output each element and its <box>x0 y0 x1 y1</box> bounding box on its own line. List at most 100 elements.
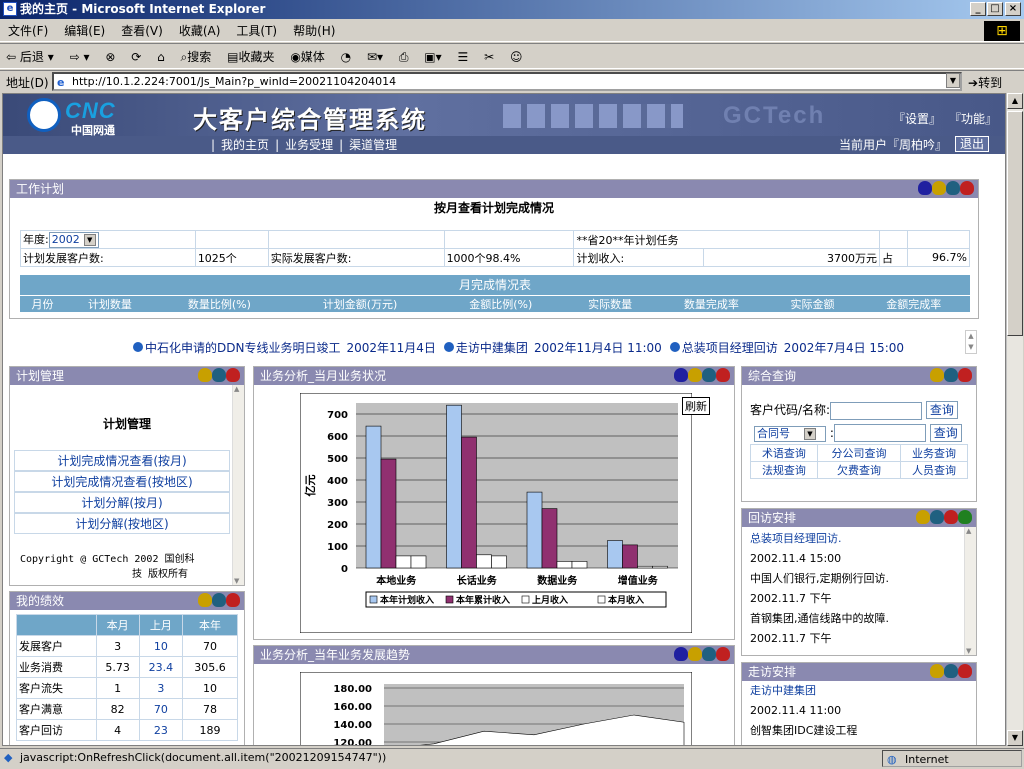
close-icon[interactable] <box>226 593 240 607</box>
refresh-icon[interactable] <box>916 510 930 524</box>
panel-scrollbar[interactable] <box>232 385 244 585</box>
panel-scrollbar[interactable] <box>964 527 976 655</box>
address-dropdown-icon[interactable]: ▼ <box>946 73 960 88</box>
scroll-down-icon[interactable]: ▼ <box>1007 730 1023 746</box>
menu-help[interactable]: 帮助(H) <box>285 20 343 42</box>
page-scrollbar[interactable]: ▲ ▼ <box>1006 93 1023 746</box>
row-label: 客户流失 <box>16 677 97 699</box>
query-link[interactable]: 业务查询 <box>900 444 968 462</box>
menu-view[interactable]: 查看(V) <box>113 20 171 42</box>
close-icon[interactable] <box>716 647 730 661</box>
nav-channel[interactable]: 渠道管理 <box>349 138 397 152</box>
address-input[interactable]: e http://10.1.2.224:7001/Js_Main?p_winId=… <box>52 72 962 91</box>
menu-favorites[interactable]: 收藏(A) <box>171 20 229 42</box>
contract-select[interactable]: 合同号 ▼ <box>754 425 826 442</box>
query-link[interactable]: 人员查询 <box>900 461 968 479</box>
close-icon[interactable] <box>958 664 972 678</box>
messenger-icon[interactable]: ☺ <box>504 44 523 70</box>
refresh-icon[interactable] <box>198 593 212 607</box>
collapse-icon[interactable] <box>674 368 688 382</box>
plan-link-region-status[interactable]: 计划完成情况查看(按地区) <box>14 471 230 492</box>
year-select[interactable]: 2002 ▼ <box>48 232 99 248</box>
row-label: 客户回访 <box>16 719 97 741</box>
collapse-icon[interactable] <box>918 181 932 195</box>
mail-icon[interactable]: ✉▾ <box>361 44 383 70</box>
favorites-button[interactable]: ▤收藏夹 <box>221 44 274 70</box>
ticker-scroll[interactable]: ▲ ▼ <box>965 330 977 354</box>
scroll-thumb[interactable] <box>1007 111 1023 336</box>
close-icon[interactable] <box>960 181 974 195</box>
customer-input[interactable] <box>830 401 923 420</box>
plan-income-value: 3700万元 <box>703 248 881 267</box>
refresh-icon[interactable] <box>688 647 702 661</box>
collapse-icon[interactable] <box>674 647 688 661</box>
search-icon: ⌕ <box>180 50 188 64</box>
plan-link-region-breakdown[interactable]: 计划分解(按地区) <box>14 513 230 534</box>
forward-button[interactable]: ⇨ ▾ <box>64 44 90 70</box>
nav-business[interactable]: 业务受理 <box>285 138 333 152</box>
tools-icon[interactable]: ✂ <box>478 44 494 70</box>
minimize-icon[interactable]: _ <box>970 2 986 16</box>
chart-refresh-button[interactable]: 刷新 <box>682 397 710 415</box>
settings-icon[interactable] <box>702 368 716 382</box>
settings-link[interactable]: 『设置』 <box>893 112 941 126</box>
settings-icon[interactable] <box>702 647 716 661</box>
logout-button[interactable]: 退出 <box>955 136 990 152</box>
refresh-icon[interactable] <box>198 368 212 382</box>
news-item[interactable]: 走访中建集团 2002年11月4日 11:00 <box>443 341 662 355</box>
settings-icon[interactable] <box>212 593 226 607</box>
home-icon[interactable]: ⌂ <box>151 44 165 70</box>
y-tick-label: 0 <box>341 564 348 575</box>
settings-icon[interactable] <box>930 510 944 524</box>
contract-input[interactable] <box>833 424 926 442</box>
query-link[interactable]: 欠费查询 <box>816 461 902 479</box>
table-row: 客户回访 4 23 189 <box>16 719 239 741</box>
settings-icon[interactable] <box>944 368 958 382</box>
customer-query-button[interactable]: 查询 <box>925 401 958 419</box>
refresh-icon[interactable]: ⟳ <box>125 44 141 70</box>
plan-link-monthly-breakdown[interactable]: 计划分解(按月) <box>14 492 230 513</box>
list-item[interactable]: 总装项目经理回访. <box>742 529 976 549</box>
query-link[interactable]: 分公司查询 <box>816 444 902 462</box>
back-button[interactable]: ⇦ 后退 ▾ <box>0 44 54 70</box>
contract-query-button[interactable]: 查询 <box>929 423 962 442</box>
refresh-icon[interactable] <box>930 368 944 382</box>
current-user: 当前用户『周柏吟』 <box>839 138 948 152</box>
functions-link[interactable]: 『功能』 <box>955 112 997 126</box>
search-button[interactable]: ⌕搜索 <box>175 44 212 70</box>
refresh-icon[interactable] <box>930 664 944 678</box>
query-link[interactable]: 术语查询 <box>750 444 818 462</box>
maximize-icon[interactable]: □ <box>987 2 1003 16</box>
scroll-up-icon[interactable]: ▲ <box>1007 93 1023 109</box>
refresh-icon[interactable] <box>932 181 946 195</box>
discuss-icon[interactable]: ☰ <box>452 44 469 70</box>
add-icon[interactable] <box>958 510 972 524</box>
menu-edit[interactable]: 编辑(E) <box>56 20 113 42</box>
close-icon[interactable] <box>958 368 972 382</box>
query-link[interactable]: 法规查询 <box>750 461 818 479</box>
nav-home[interactable]: 我的主页 <box>221 138 269 152</box>
refresh-icon[interactable] <box>688 368 702 382</box>
close-icon[interactable] <box>226 368 240 382</box>
stop-icon[interactable]: ⊗ <box>99 44 115 70</box>
list-item[interactable]: 走访中建集团 <box>742 681 976 701</box>
close-icon[interactable] <box>716 368 730 382</box>
media-button[interactable]: ◉媒体 <box>284 44 325 70</box>
history-icon[interactable]: ◔ <box>335 44 351 70</box>
settings-icon[interactable] <box>212 368 226 382</box>
settings-icon[interactable] <box>946 181 960 195</box>
menu-tools[interactable]: 工具(T) <box>228 20 285 42</box>
close-icon[interactable]: × <box>1005 2 1021 16</box>
close-icon[interactable] <box>944 510 958 524</box>
go-button[interactable]: ➔转到 <box>968 74 1002 91</box>
month-table: 月份 计划数量 数量比例(%) 计划金额(万元) 金额比例(%) 实际数量 数量完成率 实际金… <box>20 296 970 312</box>
news-item[interactable]: 中石化申请的DDN专线业务明日竣工 2002年11月4日 <box>133 341 436 355</box>
settings-icon[interactable] <box>944 664 958 678</box>
y-tick-label: 120.00 <box>333 738 372 746</box>
print-icon[interactable]: ⎙ <box>393 44 409 70</box>
edit-icon[interactable]: ▣▾ <box>418 44 441 70</box>
yearly-trend-chart: 180.00 160.00 140.00 120.00 <box>300 672 692 746</box>
news-item[interactable]: 总装项目经理回访 2002年7月4日 15:00 <box>669 341 904 355</box>
menu-file[interactable]: 文件(F) <box>0 20 56 42</box>
plan-link-monthly-status[interactable]: 计划完成情况查看(按月) <box>14 450 230 471</box>
